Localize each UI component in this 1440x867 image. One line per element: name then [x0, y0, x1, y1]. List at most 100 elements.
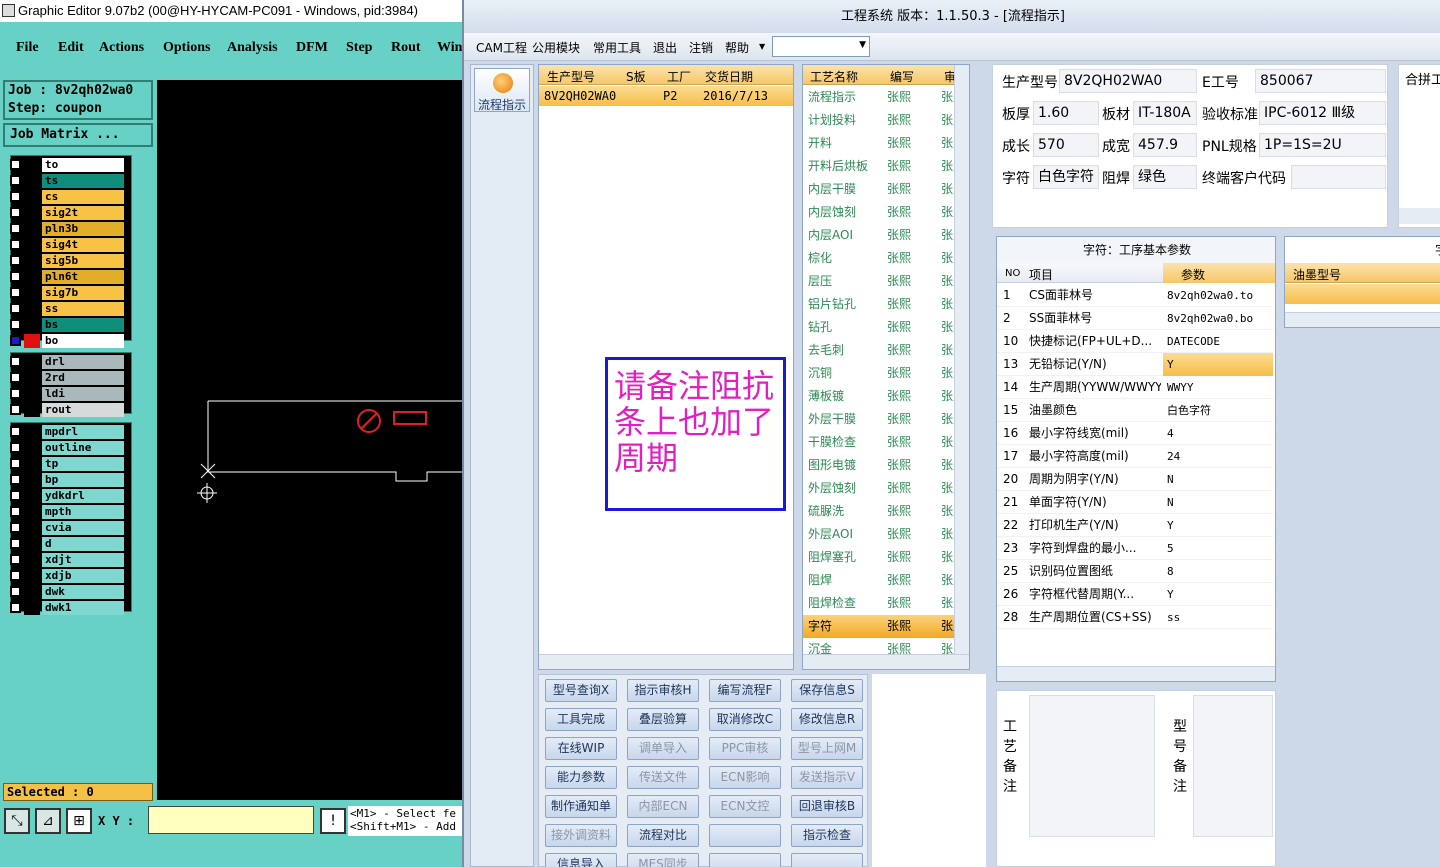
layer-color-swatch[interactable] — [24, 270, 40, 284]
process-row[interactable]: 阻焊检查 张熙 张熙 — [803, 592, 965, 615]
layer-row[interactable]: tp — [6, 456, 126, 471]
process-row[interactable]: 流程指示 张熙 张熙 — [803, 86, 965, 109]
layer-color-swatch[interactable] — [24, 521, 40, 535]
layer-row[interactable]: ldi — [6, 386, 126, 401]
action-button-2-0[interactable]: 在线WIP — [545, 737, 617, 760]
orders-hscrollbar[interactable] — [539, 654, 793, 669]
layer-row[interactable]: sig4t — [6, 237, 126, 252]
layer-color-swatch[interactable] — [24, 457, 40, 471]
layer-checkbox[interactable] — [10, 159, 21, 170]
col-model[interactable]: 生产型号 — [547, 68, 595, 85]
pnl-field[interactable]: 1P=1S=2U — [1259, 133, 1386, 157]
process-row[interactable]: 外层干膜 张熙 张熙 — [803, 408, 965, 431]
layer-name-xdjb[interactable]: xdjb — [42, 569, 124, 583]
menu-exit[interactable]: 退出 — [653, 39, 677, 56]
layer-name-rout[interactable]: rout — [42, 403, 124, 417]
process-row[interactable]: 沉金 张熙 张熙 — [803, 638, 965, 654]
layer-color-swatch[interactable] — [24, 569, 40, 583]
layer-row[interactable]: mpdrl — [6, 424, 126, 439]
layer-row[interactable]: 2rd — [6, 370, 126, 385]
layer-name-ss[interactable]: ss — [42, 302, 124, 316]
menu-actions[interactable]: Actions — [99, 40, 144, 56]
nav-flow-guide-button[interactable]: 流程指示 — [474, 68, 530, 112]
layer-row[interactable]: mpth — [6, 504, 126, 519]
layer-color-swatch[interactable] — [24, 489, 40, 503]
menu-public-module[interactable]: 公用模块 — [532, 39, 580, 56]
process-row[interactable]: 内层干膜 张熙 张熙 — [803, 178, 965, 201]
process-row[interactable]: 外层蚀刻 张熙 张熙 — [803, 477, 965, 500]
layer-row[interactable]: xdjb — [6, 568, 126, 583]
param-row[interactable]: 20 周期为阴字(Y/N) N — [997, 468, 1273, 491]
process-row[interactable]: 图形电镀 张熙 张熙 — [803, 454, 965, 477]
process-row[interactable]: 字符 张熙 张熙 — [803, 615, 965, 638]
zoom-fit-icon[interactable]: ⤡ — [4, 808, 30, 834]
length-field[interactable]: 570 — [1033, 133, 1099, 157]
process-row[interactable]: 干膜检查 张熙 张熙 — [803, 431, 965, 454]
layer-color-swatch[interactable] — [24, 254, 40, 268]
measure-icon[interactable]: ⊿ — [35, 808, 61, 834]
layer-name-to[interactable]: to — [42, 158, 124, 172]
layer-name-sig7b[interactable]: sig7b — [42, 286, 124, 300]
param-row[interactable]: 10 快捷标记(FP+UL+D... DATECODE — [997, 330, 1273, 353]
layer-checkbox[interactable] — [10, 207, 21, 218]
layer-row[interactable]: outline — [6, 440, 126, 455]
layer-name-pln6t[interactable]: pln6t — [42, 270, 124, 284]
layer-row[interactable]: ts — [6, 173, 126, 188]
layer-name-ldi[interactable]: ldi — [42, 387, 124, 401]
layer-checkbox[interactable] — [10, 175, 21, 186]
layer-name-mpdrl[interactable]: mpdrl — [42, 425, 124, 439]
layer-checkbox[interactable] — [10, 356, 21, 367]
layer-checkbox[interactable] — [10, 372, 21, 383]
layer-name-cvia[interactable]: cvia — [42, 521, 124, 535]
menu-step[interactable]: Step — [346, 40, 372, 56]
layer-checkbox[interactable] — [10, 303, 21, 314]
layer-color-swatch[interactable] — [24, 318, 40, 332]
layer-color-swatch[interactable] — [24, 286, 40, 300]
layer-color-swatch[interactable] — [24, 334, 40, 348]
layer-color-swatch[interactable] — [24, 206, 40, 220]
process-row[interactable]: 开料 张熙 张熙 — [803, 132, 965, 155]
model-field[interactable]: 8V2QH02WA0 — [1059, 69, 1197, 93]
menu-options[interactable]: Options — [163, 40, 210, 56]
action-button-5-0[interactable]: 接外调资料 — [545, 824, 617, 847]
action-button-5-1[interactable]: 流程对比 — [627, 824, 699, 847]
layer-color-swatch[interactable] — [24, 190, 40, 204]
layer-color-swatch[interactable] — [24, 238, 40, 252]
layer-color-swatch[interactable] — [24, 473, 40, 487]
col-process-name[interactable]: 工艺名称 — [810, 68, 858, 85]
layer-checkbox[interactable] — [10, 522, 21, 533]
layer-color-swatch[interactable] — [24, 371, 40, 385]
layer-color-swatch[interactable] — [24, 403, 40, 417]
params-hscrollbar[interactable] — [997, 666, 1275, 681]
process-vscrollbar[interactable] — [954, 65, 969, 655]
action-button-5-3[interactable]: 指示检查 — [791, 824, 863, 847]
menu-file[interactable]: File — [16, 40, 39, 56]
layer-color-swatch[interactable] — [24, 585, 40, 599]
param-row[interactable]: 16 最小字符线宽(mil) 4 — [997, 422, 1273, 445]
action-button-0-2[interactable]: 编写流程F — [709, 679, 781, 702]
action-button-5-2[interactable] — [709, 824, 781, 847]
layer-row[interactable]: sig5b — [6, 253, 126, 268]
layer-color-swatch[interactable] — [24, 553, 40, 567]
action-button-6-2[interactable] — [709, 853, 781, 867]
process-row[interactable]: 棕化 张熙 张熙 — [803, 247, 965, 270]
layer-name-drl[interactable]: drl — [42, 355, 124, 369]
layer-checkbox[interactable] — [10, 474, 21, 485]
param-row[interactable]: 28 生产周期位置(CS+SS) ss — [997, 606, 1273, 629]
layer-checkbox[interactable] — [10, 319, 21, 330]
layer-checkbox[interactable] — [10, 506, 21, 517]
param-row[interactable]: 1 CS面菲林号 8v2qh02wa0.to — [997, 284, 1273, 307]
layer-row[interactable]: bo — [6, 333, 126, 348]
process-row[interactable]: 阻焊 张熙 张熙 — [803, 569, 965, 592]
layer-name-xdjt[interactable]: xdjt — [42, 553, 124, 567]
action-button-1-3[interactable]: 修改信息R — [791, 708, 863, 731]
param-row[interactable]: 25 识别码位置图纸 8 — [997, 560, 1273, 583]
menu-dfm[interactable]: DFM — [296, 40, 328, 56]
action-button-0-3[interactable]: 保存信息S — [791, 679, 863, 702]
layer-checkbox[interactable] — [10, 442, 21, 453]
layer-color-swatch[interactable] — [24, 425, 40, 439]
menu-analysis[interactable]: Analysis — [227, 40, 278, 56]
param-row[interactable]: 14 生产周期(YYWW/WWYY) WWYY — [997, 376, 1273, 399]
layer-name-outline[interactable]: outline — [42, 441, 124, 455]
param-row[interactable]: 15 油墨颜色 白色字符 — [997, 399, 1273, 422]
